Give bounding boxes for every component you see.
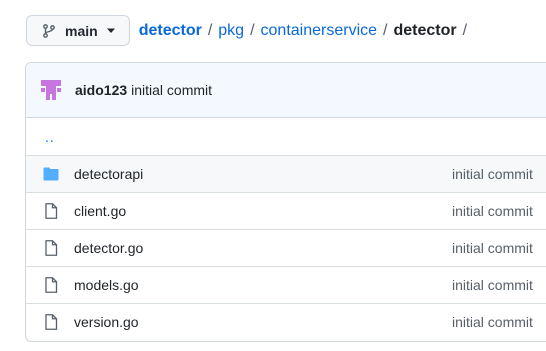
file-row-version-go[interactable]: version.go initial commit — [26, 303, 546, 340]
parent-directory-link[interactable]: .. — [45, 129, 55, 145]
breadcrumb-separator: / — [462, 21, 468, 39]
file-commit-message[interactable]: initial commit — [452, 277, 533, 293]
file-name-link[interactable]: models.go — [74, 277, 452, 293]
breadcrumb: detector / pkg / containerservice / dete… — [139, 22, 473, 40]
file-name-link[interactable]: client.go — [74, 203, 452, 219]
file-row-detector-go[interactable]: detector.go initial commit — [26, 229, 546, 266]
commit-author-link[interactable]: aido123 — [75, 82, 127, 98]
commit-message-link[interactable]: initial commit — [131, 82, 212, 98]
folder-icon — [41, 167, 61, 181]
breadcrumb-separator: / — [250, 21, 255, 39]
file-row-models-go[interactable]: models.go initial commit — [26, 266, 546, 303]
breadcrumb-separator: / — [383, 21, 388, 39]
identicon-avatar[interactable] — [39, 78, 63, 102]
parent-directory-row[interactable]: .. — [26, 118, 546, 155]
file-commit-message[interactable]: initial commit — [452, 166, 533, 182]
breadcrumb-pkg-link[interactable]: pkg — [218, 22, 244, 40]
file-name-link[interactable]: detector.go — [74, 240, 452, 256]
repo-toolbar: main detector / pkg / containerservice /… — [26, 14, 473, 47]
branch-label: main — [65, 22, 98, 39]
git-branch-icon — [41, 23, 57, 39]
file-list-panel: aido123 initial commit .. detectorapi in… — [25, 62, 546, 342]
file-icon — [41, 203, 61, 219]
triangle-down-icon — [106, 28, 116, 34]
file-commit-message[interactable]: initial commit — [452, 314, 533, 330]
file-row-detectorapi[interactable]: detectorapi initial commit — [26, 155, 546, 192]
breadcrumb-current: detector — [393, 21, 457, 39]
breadcrumb-containerservice-link[interactable]: containerservice — [261, 22, 378, 40]
file-name-link[interactable]: detectorapi — [74, 166, 452, 182]
file-name-link[interactable]: version.go — [74, 314, 452, 330]
breadcrumb-repo-link[interactable]: detector — [139, 22, 202, 40]
file-row-client-go[interactable]: client.go initial commit — [26, 192, 546, 229]
file-commit-message[interactable]: initial commit — [452, 240, 533, 256]
branch-selector-button[interactable]: main — [26, 15, 130, 46]
breadcrumb-separator: / — [207, 21, 213, 39]
file-icon — [41, 277, 61, 293]
latest-commit-header: aido123 initial commit — [26, 63, 546, 118]
file-icon — [41, 240, 61, 256]
file-commit-message[interactable]: initial commit — [452, 203, 533, 219]
file-icon — [41, 314, 61, 330]
